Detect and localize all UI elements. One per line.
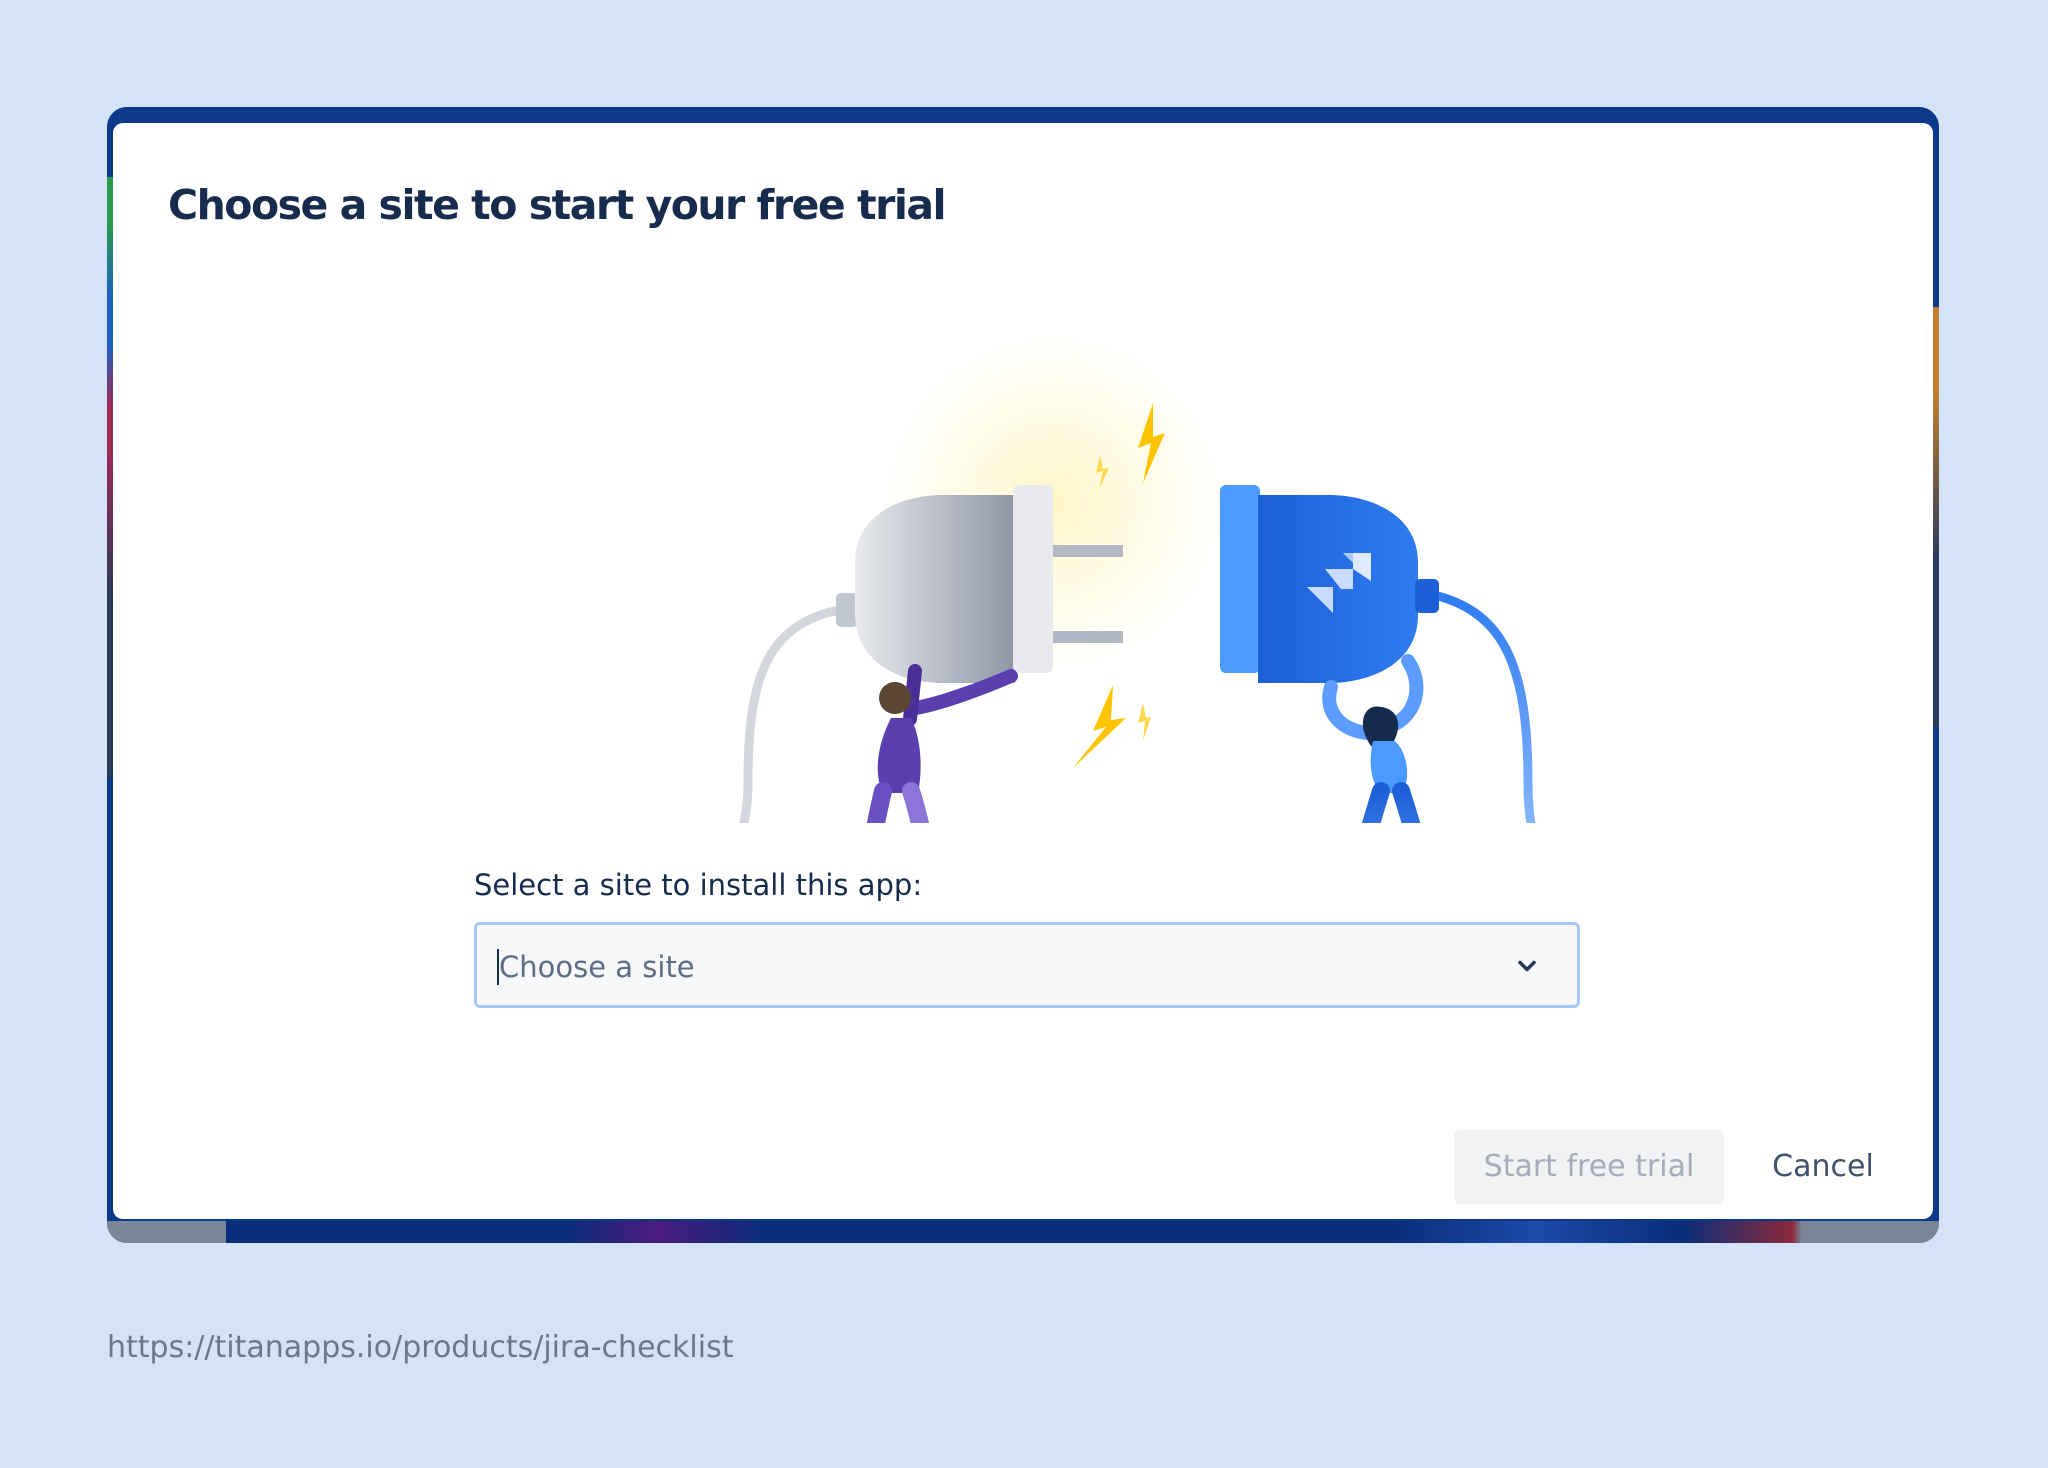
dialog-title: Choose a site to start your free trial [168, 181, 947, 229]
background-app-edge-right [1933, 307, 1939, 727]
plug-connect-illustration [739, 303, 1536, 823]
screenshot-frame: Choose a site to start your free trial S… [107, 107, 1939, 1243]
woman-figure [1322, 654, 1424, 823]
site-select-placeholder: Choose a site [499, 950, 695, 984]
free-trial-dialog: Choose a site to start your free trial S… [113, 123, 1933, 1219]
gray-plug-cable [739, 603, 858, 823]
start-free-trial-button[interactable]: Start free trial [1454, 1130, 1724, 1204]
blue-plug [1220, 485, 1439, 683]
background-app-bottom-strip [107, 1221, 1939, 1243]
cancel-button[interactable]: Cancel [1748, 1130, 1898, 1204]
source-url: https://titanapps.io/products/jira-check… [107, 1330, 734, 1365]
chevron-down-icon[interactable] [1513, 952, 1541, 980]
site-select-label: Select a site to install this app: [474, 868, 923, 902]
man-figure [866, 664, 1018, 823]
site-select-dropdown[interactable]: Choose a site [474, 922, 1580, 1008]
blue-plug-cable [1420, 588, 1536, 823]
